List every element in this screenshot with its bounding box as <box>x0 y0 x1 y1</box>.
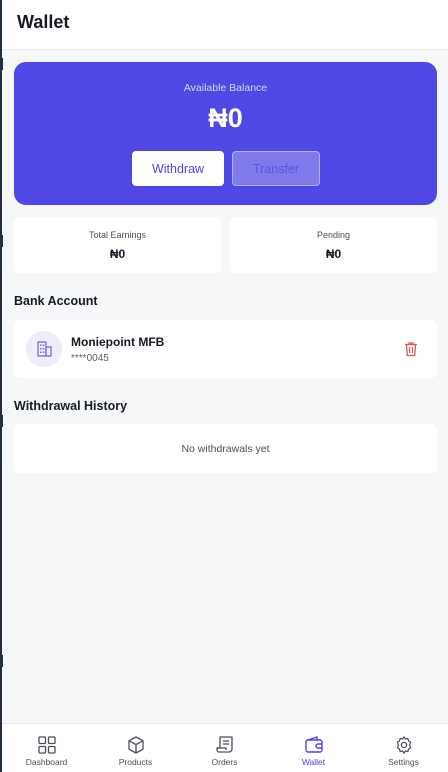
bank-account-card: Moniepoint MFB ****0045 <box>14 320 437 378</box>
withdrawal-history-heading: Withdrawal History <box>14 399 128 413</box>
bank-name: Moniepoint MFB <box>71 335 165 349</box>
balance-card: Available Balance ₦0 Withdraw Transfer <box>14 62 437 205</box>
delete-bank-icon[interactable] <box>404 341 418 357</box>
pending-card: Pending ₦0 <box>230 217 437 273</box>
nav-item-orders[interactable]: Orders <box>180 724 269 772</box>
bottom-nav: Dashboard Products Orders Wallet Setting… <box>2 723 448 772</box>
building-icon <box>37 341 52 357</box>
transfer-button[interactable]: Transfer <box>232 151 320 186</box>
empty-state-text: No withdrawals yet <box>181 443 270 455</box>
page-title: Wallet <box>17 12 70 32</box>
balance-amount: ₦0 <box>208 103 243 133</box>
nav-label-settings: Settings <box>388 757 419 767</box>
nav-label-dashboard: Dashboard <box>25 757 68 767</box>
nav-label-orders: Orders <box>211 757 238 767</box>
box-icon <box>127 736 144 754</box>
withdraw-button[interactable]: Withdraw <box>132 151 224 186</box>
pending-value: ₦0 <box>325 247 342 261</box>
receipt-icon <box>215 736 233 753</box>
nav-item-settings[interactable]: Settings <box>359 724 448 772</box>
nav-item-products[interactable]: Products <box>91 724 180 772</box>
pending-label: Pending <box>316 230 351 240</box>
bank-avatar <box>26 331 62 367</box>
nav-item-dashboard[interactable]: Dashboard <box>2 724 91 772</box>
grid-icon <box>37 736 56 754</box>
total-earnings-card: Total Earnings ₦0 <box>14 217 221 273</box>
balance-label: Available Balance <box>183 82 268 94</box>
withdrawal-history-card: No withdrawals yet <box>14 424 437 473</box>
wallet-icon <box>304 736 323 753</box>
bank-account-heading: Bank Account <box>14 294 98 308</box>
gear-icon <box>396 736 411 754</box>
account-number: ****0045 <box>71 353 109 364</box>
top-bar: Wallet <box>2 0 448 50</box>
total-earnings-value: ₦0 <box>109 247 126 261</box>
nav-label-products: Products <box>118 757 153 767</box>
total-earnings-label: Total Earnings <box>88 230 147 240</box>
nav-label-wallet: Wallet <box>301 757 326 767</box>
nav-item-wallet[interactable]: Wallet <box>269 724 358 772</box>
wallet-screen: Wallet Available Balance ₦0 Withdraw Tra… <box>2 0 448 772</box>
